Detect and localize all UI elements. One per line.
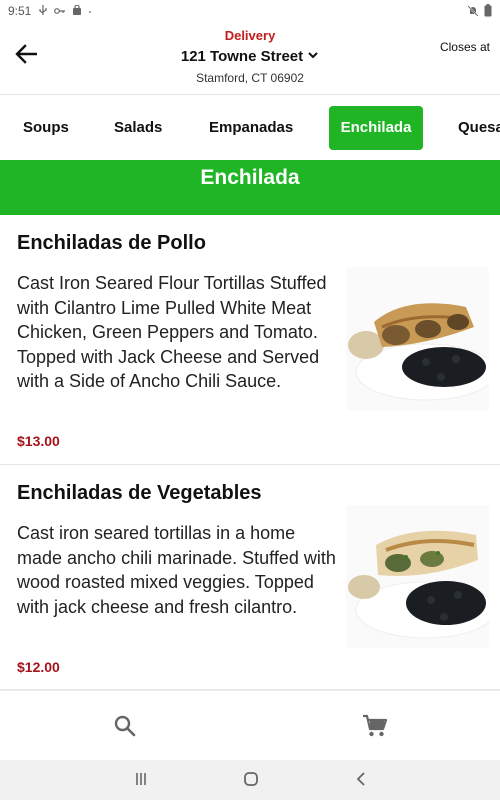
item-price: $13.00 (17, 433, 60, 449)
item-name: Enchiladas de Pollo (17, 232, 206, 254)
tab-enchilada[interactable]: Enchilada (329, 106, 423, 150)
key-icon (54, 6, 66, 16)
menu-item-enchiladas-de-pollo[interactable]: Enchiladas de Pollo Cast Iron Seared Flo… (0, 215, 500, 465)
category-tabs[interactable]: Soups Salads Empanadas Enchilada Quesa (0, 94, 500, 160)
chevron-down-icon (307, 47, 319, 65)
tab-quesa[interactable]: Quesa (447, 106, 500, 150)
recents-icon (134, 772, 148, 791)
city-line: Stamford, CT 06902 (196, 71, 304, 85)
search-icon (113, 714, 137, 743)
notifications-off-icon (467, 4, 479, 20)
item-description: Cast iron seared tortillas in a home mad… (17, 523, 336, 617)
tab-empanadas[interactable]: Empanadas (198, 106, 304, 150)
cart-icon (362, 714, 388, 743)
item-description: Cast Iron Seared Flour Tortillas Stuffed… (17, 273, 327, 391)
section-title: Enchilada (0, 160, 500, 215)
system-navigation (0, 760, 500, 800)
tab-soups[interactable]: Soups (12, 106, 80, 150)
home-button[interactable] (241, 771, 261, 791)
cart-button[interactable] (360, 713, 390, 743)
item-photo (346, 505, 489, 648)
bag-icon (72, 5, 82, 16)
status-icons (38, 5, 92, 16)
address-selector[interactable]: 121 Towne Street (0, 47, 500, 65)
search-button[interactable] (110, 713, 140, 743)
recents-button[interactable] (131, 771, 151, 791)
closing-time-label: Closes at (439, 40, 490, 54)
status-time: 9:51 (8, 4, 32, 18)
dot-icon (88, 6, 92, 16)
back-icon (355, 771, 367, 791)
item-name: Enchiladas de Vegetables (17, 482, 262, 504)
menu-item-enchiladas-de-vegetables[interactable]: Enchiladas de Vegetables Cast iron seare… (0, 465, 500, 690)
tab-salads[interactable]: Salads (103, 106, 173, 150)
system-back-button[interactable] (351, 771, 371, 791)
home-icon (243, 771, 259, 792)
delivery-mode-label: Delivery (224, 28, 276, 43)
bottom-navigation (0, 690, 500, 760)
address-line: 121 Towne Street (180, 47, 304, 65)
battery-icon (484, 4, 492, 20)
app-header: Delivery 121 Towne Street Stamford, CT 0… (0, 22, 500, 94)
usb-icon (38, 5, 48, 16)
status-bar: 9:51 (0, 0, 500, 22)
item-price: $12.00 (17, 659, 60, 675)
item-photo (346, 267, 489, 410)
